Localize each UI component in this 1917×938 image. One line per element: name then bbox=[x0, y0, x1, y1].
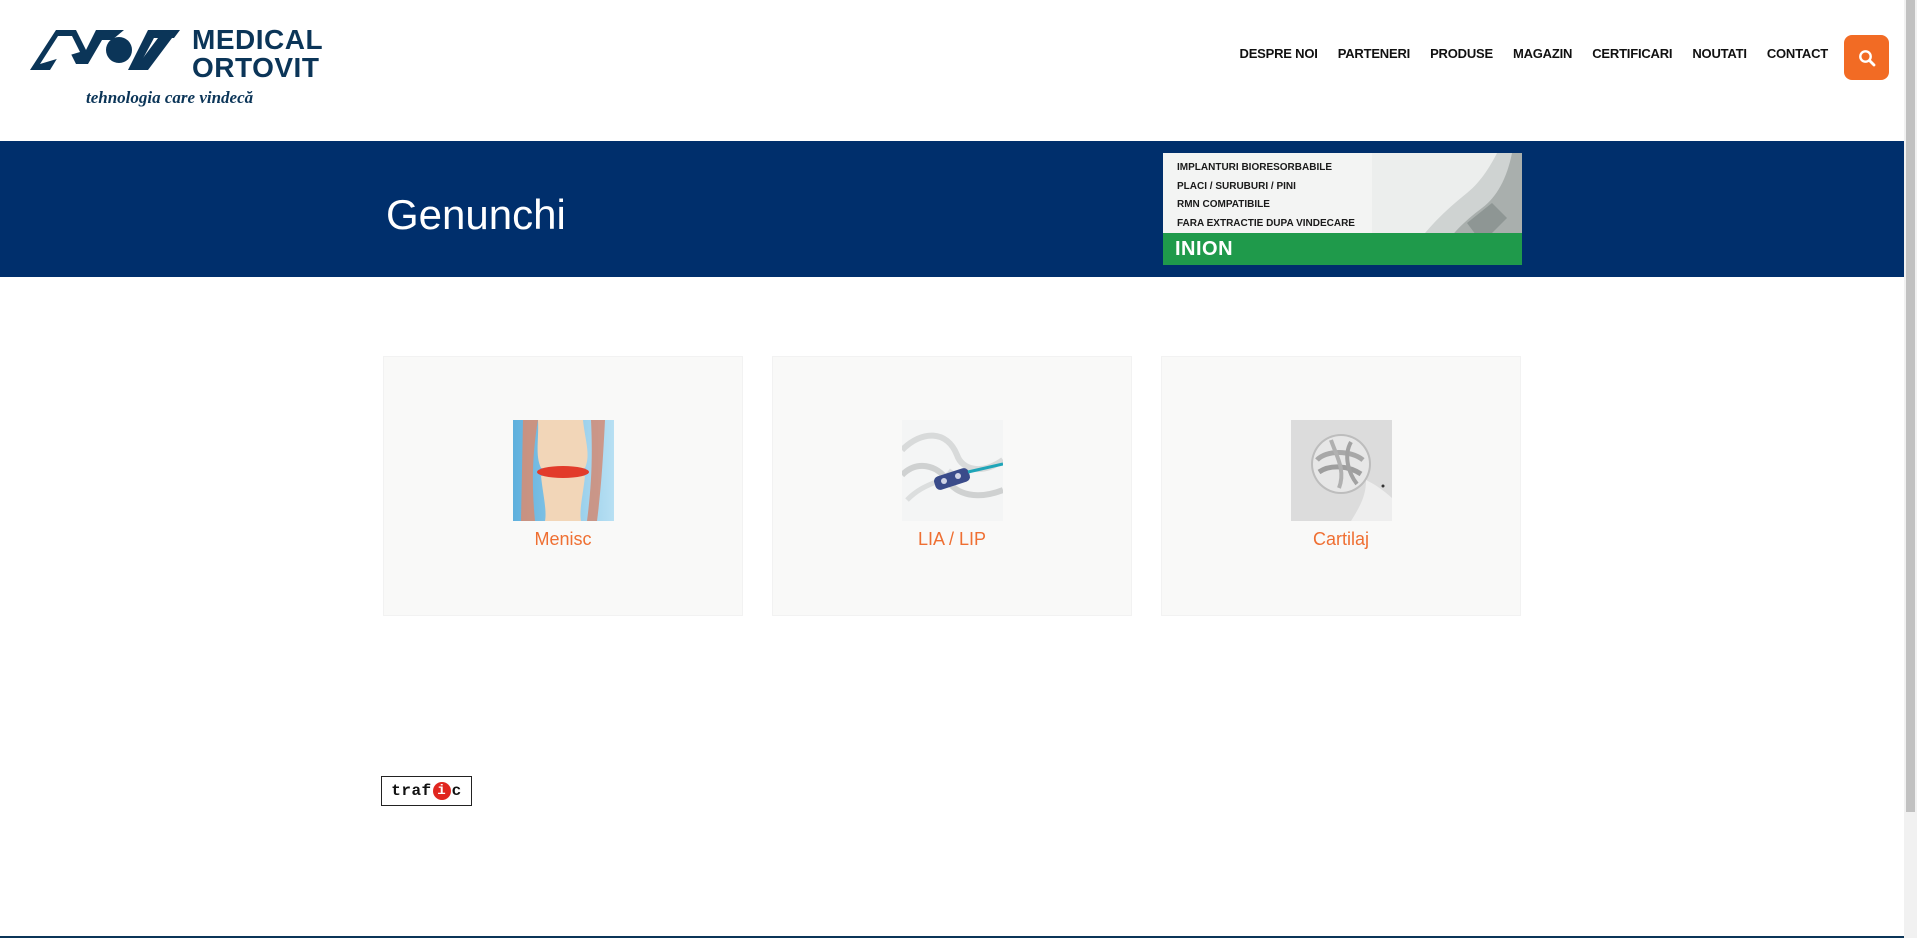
ad-line-1: IMPLANTURI BIORESORBABILE bbox=[1177, 162, 1332, 173]
card-label-lia-lip[interactable]: LIA / LIP bbox=[773, 529, 1131, 550]
page-title-band: Genunchi IMPLANTURI BIORESORBABILE PLACI… bbox=[0, 141, 1904, 277]
nav-item-contact[interactable]: CONTACT bbox=[1757, 46, 1838, 61]
ad-brand: INION bbox=[1175, 238, 1234, 260]
counter-text-after: c bbox=[451, 782, 462, 800]
inion-banner-ad[interactable]: IMPLANTURI BIORESORBABILE PLACI / SURUBU… bbox=[1163, 153, 1522, 265]
nav-item-noutati[interactable]: NOUTATI bbox=[1682, 46, 1756, 61]
ad-line-2: PLACI / SURUBURI / PINI bbox=[1177, 180, 1296, 192]
scrollbar-thumb[interactable] bbox=[1906, 0, 1915, 812]
logo-name-line2: ORTOVIT bbox=[192, 52, 320, 83]
main-nav: DESPRE NOI PARTENERI PRODUSE MAGAZIN CER… bbox=[1230, 46, 1838, 61]
ad-text-lines: IMPLANTURI BIORESORBABILE PLACI / SURUBU… bbox=[1177, 159, 1355, 233]
logo-mark-icon bbox=[30, 30, 180, 70]
search-button[interactable] bbox=[1844, 35, 1889, 80]
card-menisc[interactable]: Menisc bbox=[383, 356, 743, 616]
trafic-counter-badge[interactable]: traf i c bbox=[381, 776, 472, 806]
nav-item-parteneri[interactable]: PARTENERI bbox=[1328, 46, 1420, 61]
search-icon bbox=[1858, 49, 1875, 66]
cartilage-scaffold-image bbox=[1291, 420, 1392, 521]
ad-line-4: FARA EXTRACTIE DUPA VINDECARE bbox=[1177, 217, 1355, 229]
page-title: Genunchi bbox=[386, 191, 566, 238]
nav-item-despre-noi[interactable]: DESPRE NOI bbox=[1230, 46, 1328, 61]
nav-item-magazin[interactable]: MAGAZIN bbox=[1503, 46, 1582, 61]
counter-text-dot: i bbox=[432, 782, 451, 800]
card-label-menisc[interactable]: Menisc bbox=[384, 529, 742, 550]
logo-name: MEDICAL ORTOVIT bbox=[192, 26, 323, 82]
nav-item-certificari[interactable]: CERTIFICARI bbox=[1582, 46, 1682, 61]
site-header: MEDICAL ORTOVIT tehnologia care vindecă … bbox=[0, 0, 1904, 141]
card-cartilaj[interactable]: Cartilaj bbox=[1161, 356, 1521, 616]
ad-line-3: RMN COMPATIBILE bbox=[1177, 199, 1270, 210]
counter-text-before: traf bbox=[391, 782, 432, 800]
category-cards: Menisc LIA / LIP Cartilaj bbox=[383, 356, 1521, 616]
card-lia-lip[interactable]: LIA / LIP bbox=[772, 356, 1132, 616]
card-label-cartilaj[interactable]: Cartilaj bbox=[1162, 529, 1520, 550]
logo-name-line1: MEDICAL bbox=[192, 24, 324, 55]
ligament-implant-image bbox=[902, 420, 1003, 521]
logo[interactable]: MEDICAL ORTOVIT tehnologia care vindecă bbox=[28, 26, 333, 112]
nav-item-produse[interactable]: PRODUSE bbox=[1420, 46, 1503, 61]
scrollbar[interactable] bbox=[1904, 0, 1917, 938]
logo-tagline: tehnologia care vindecă bbox=[86, 88, 254, 107]
knee-image bbox=[513, 420, 614, 521]
